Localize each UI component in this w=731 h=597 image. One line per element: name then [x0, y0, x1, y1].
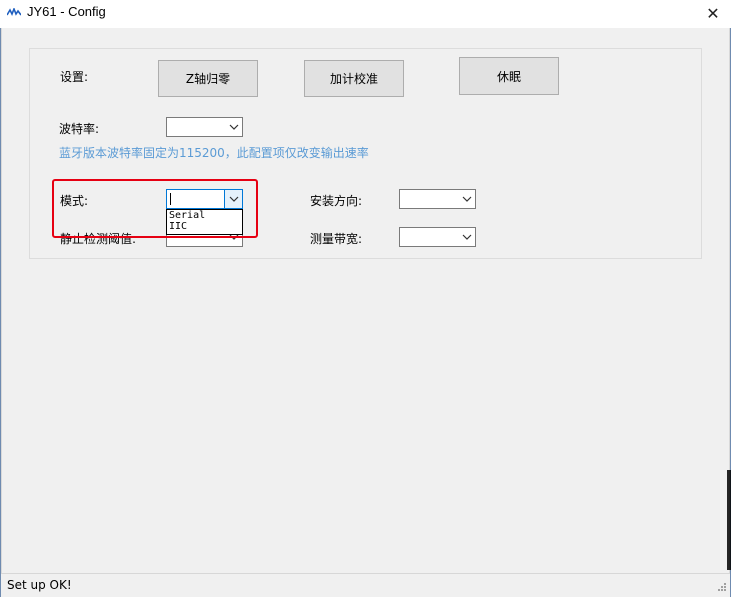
sleep-button[interactable]: 休眠 [459, 57, 559, 95]
status-text: Set up OK! [7, 578, 72, 592]
accel-calibration-button[interactable]: 加计校准 [304, 60, 404, 97]
chevron-down-icon [225, 118, 242, 136]
chevron-down-icon [458, 190, 475, 208]
close-button[interactable]: ✕ [695, 0, 731, 27]
app-logo-icon [7, 8, 21, 16]
window-title: JY61 - Config [27, 4, 106, 19]
chevron-down-icon [458, 228, 475, 246]
zero-z-axis-button[interactable]: Z轴归零 [158, 60, 258, 97]
settings-label: 设置: [60, 70, 89, 84]
baud-rate-hint: 蓝牙版本波特率固定为115200，此配置项仅改变输出速率 [59, 146, 369, 160]
baud-rate-select[interactable] [166, 117, 243, 137]
install-direction-label: 安装方向: [310, 194, 363, 208]
resize-grip-icon[interactable] [715, 582, 727, 594]
title-bar: JY61 - Config ✕ [0, 0, 731, 28]
bandwidth-label: 测量带宽: [310, 232, 363, 246]
baud-rate-label: 波特率: [59, 122, 100, 136]
bandwidth-select[interactable] [399, 227, 476, 247]
install-direction-select[interactable] [399, 189, 476, 209]
highlight-annotation [52, 179, 258, 238]
background-edge [727, 470, 731, 570]
close-icon: ✕ [706, 4, 720, 23]
status-bar: Set up OK! [1, 573, 730, 597]
